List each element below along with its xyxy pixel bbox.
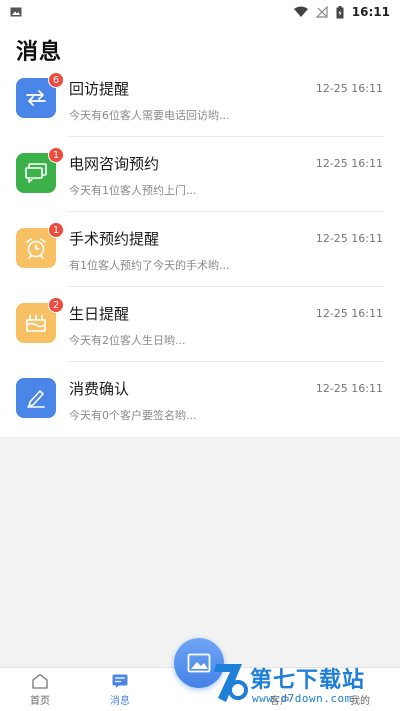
wifi-icon — [293, 6, 308, 17]
message-time: 12-25 16:11 — [315, 82, 383, 95]
message-preview: 今天有2位客人生日哟... — [69, 334, 186, 347]
message-item-consumption-confirm[interactable]: 消费确认 12-25 16:11 今天有0个客户要签名哟... — [0, 362, 400, 437]
no-signal-icon — [315, 6, 328, 18]
tab-customers[interactable]: 客户 — [240, 668, 320, 711]
message-item-callback-reminder[interactable]: 6 回访提醒 12-25 16:11 今天有6位客人需要电话回访哟... — [0, 62, 400, 137]
home-icon — [32, 673, 48, 689]
tab-label: 客户 — [270, 696, 290, 707]
message-time: 12-25 16:11 — [315, 232, 383, 245]
unread-badge: 2 — [48, 297, 64, 313]
message-preview: 有1位客人预约了今天的手术哟... — [69, 259, 230, 272]
message-time: 12-25 16:11 — [315, 382, 383, 395]
message-title: 电网咨询预约 — [69, 155, 160, 173]
tab-label: 首页 — [30, 696, 50, 707]
clock: 16:11 — [351, 5, 390, 19]
tab-label: 我的 — [350, 696, 370, 707]
message-time: 12-25 16:11 — [315, 307, 383, 320]
pen-sign-icon — [16, 378, 56, 418]
message-item-surgery-reminder[interactable]: 1 手术预约提醒 12-25 16:11 有1位客人预约了今天的手术哟... — [0, 212, 400, 287]
message-preview: 今天有1位客人预约上门... — [69, 184, 197, 197]
message-list: 6 回访提醒 12-25 16:11 今天有6位客人需要电话回访哟... 1 电… — [0, 62, 400, 437]
message-panel: 消息 6 回访提醒 12-25 16:11 今天有6位客人需要电话回访哟... — [0, 24, 400, 437]
customer-icon — [271, 673, 289, 689]
tab-messages[interactable]: 消息 — [80, 668, 160, 711]
message-title: 生日提醒 — [69, 305, 130, 323]
message-item-birthday-reminder[interactable]: 2 生日提醒 12-25 16:11 今天有2位客人生日哟... — [0, 287, 400, 362]
message-title: 手术预约提醒 — [69, 230, 160, 248]
profile-icon — [351, 673, 369, 689]
message-title: 回访提醒 — [69, 80, 130, 98]
message-preview: 今天有0个客户要签名哟... — [69, 409, 197, 422]
image-icon — [187, 653, 211, 673]
unread-badge: 6 — [48, 72, 64, 88]
image-notification-icon — [10, 7, 22, 17]
tab-label: 消息 — [110, 696, 130, 707]
status-bar: 16:11 — [0, 0, 400, 24]
unread-badge: 1 — [48, 147, 64, 163]
unread-badge: 1 — [48, 222, 64, 238]
tab-home[interactable]: 首页 — [0, 668, 80, 711]
message-icon — [112, 674, 128, 688]
message-time: 12-25 16:11 — [315, 157, 383, 170]
message-item-online-consult[interactable]: 1 电网咨询预约 12-25 16:11 今天有1位客人预约上门... — [0, 137, 400, 212]
battery-icon — [336, 5, 344, 18]
center-action-button[interactable] — [174, 638, 224, 688]
message-title: 消费确认 — [69, 380, 130, 398]
tab-profile[interactable]: 我的 — [320, 668, 400, 711]
message-preview: 今天有6位客人需要电话回访哟... — [69, 109, 230, 122]
